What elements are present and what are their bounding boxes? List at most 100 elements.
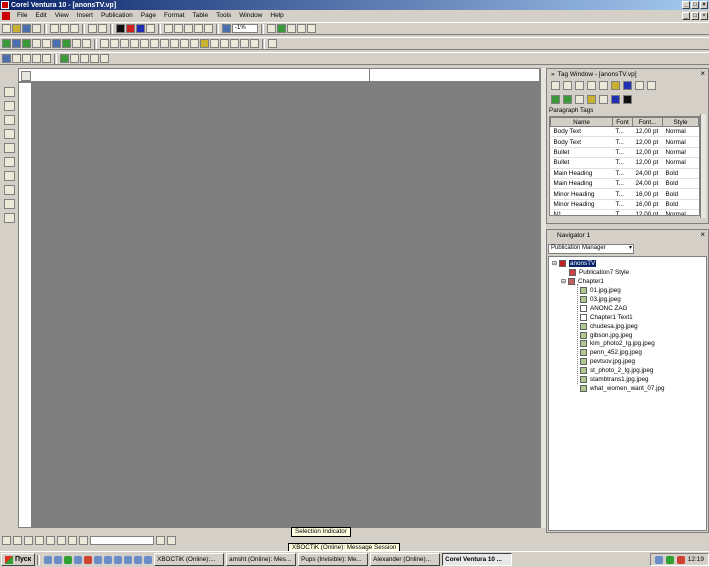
menu-insert[interactable]: Insert <box>73 12 97 19</box>
zoom-tool-icon[interactable] <box>3 185 15 195</box>
status-icon-3[interactable] <box>24 535 33 545</box>
column-name[interactable]: Name <box>550 117 613 127</box>
rectangle-tool-icon[interactable] <box>3 129 15 139</box>
quicklaunch-ie-icon[interactable] <box>44 555 53 564</box>
menu-window[interactable]: Window <box>235 12 266 19</box>
edit-tag-icon[interactable] <box>563 81 572 90</box>
style-icon[interactable] <box>60 54 69 63</box>
outline-tool-icon[interactable] <box>3 199 15 209</box>
order-icon[interactable] <box>170 39 179 48</box>
tree-chapter[interactable]: ⊟ Chapter1 <box>561 277 604 286</box>
table-tags-icon[interactable] <box>587 95 596 104</box>
paste-tag-icon[interactable] <box>635 81 644 90</box>
quicklaunch-app5-icon[interactable] <box>114 555 123 564</box>
quicklaunch-app4-icon[interactable] <box>104 555 113 564</box>
quicklaunch-app2-icon[interactable] <box>84 555 93 564</box>
style-sheet-icon[interactable] <box>611 95 620 104</box>
help-icon[interactable] <box>307 24 316 33</box>
tag-list-scrollbar[interactable] <box>700 114 706 218</box>
character-tags-icon[interactable] <box>563 95 572 104</box>
fill-tool-icon[interactable] <box>3 213 15 223</box>
minimize-button[interactable]: _ <box>682 1 690 9</box>
group-icon[interactable] <box>72 39 81 48</box>
checklist-icon[interactable] <box>100 54 109 63</box>
menu-page[interactable]: Page <box>137 12 160 19</box>
tag-row[interactable]: Body Text T... 12,00 pt Normal <box>550 126 699 138</box>
tree-item[interactable]: what_women_want_07.jpg <box>580 384 665 393</box>
quicklaunch-desktop-icon[interactable] <box>54 555 63 564</box>
open-icon[interactable] <box>12 24 21 33</box>
doc-minimize-button[interactable]: _ <box>682 12 690 20</box>
menu-help[interactable]: Help <box>266 12 287 19</box>
tray-network-icon[interactable] <box>654 555 663 564</box>
horizontal-ruler[interactable] <box>18 68 540 82</box>
collapse-icon[interactable]: ⊟ <box>552 260 557 267</box>
baseline-icon[interactable] <box>42 54 51 63</box>
snap-icon[interactable] <box>250 39 259 48</box>
tree-item[interactable]: ANONC ZAG <box>580 304 627 313</box>
page-next-icon[interactable] <box>167 535 176 545</box>
color-red-icon[interactable] <box>126 24 135 33</box>
options-icon[interactable] <box>287 24 296 33</box>
menu-edit[interactable]: Edit <box>31 12 50 19</box>
tree-item[interactable]: kim_photo2_lg.jpg.jpeg <box>580 339 655 348</box>
start-button[interactable]: Пуск <box>1 553 36 566</box>
tag-settings-icon[interactable] <box>647 81 656 90</box>
lock-icon[interactable] <box>180 39 189 48</box>
align-bottom-icon[interactable] <box>150 39 159 48</box>
copy-tag-icon[interactable] <box>575 81 584 90</box>
status-icon-6[interactable] <box>57 535 66 545</box>
page-left-icon[interactable] <box>2 54 11 63</box>
ungroup-icon[interactable] <box>82 39 91 48</box>
tree-item[interactable]: chudesa.jpg.jpeg <box>580 322 638 331</box>
align-middle-icon[interactable] <box>140 39 149 48</box>
cut-tag-icon[interactable] <box>623 81 632 90</box>
find-icon[interactable] <box>184 24 193 33</box>
properties-icon[interactable] <box>268 39 277 48</box>
status-icon-5[interactable] <box>46 535 55 545</box>
globe-icon[interactable] <box>277 24 286 33</box>
guides-icon[interactable] <box>32 54 41 63</box>
export-icon[interactable] <box>174 24 183 33</box>
paste-icon[interactable] <box>70 24 79 33</box>
redo-icon[interactable] <box>98 24 107 33</box>
rename-tag-icon[interactable] <box>587 81 596 90</box>
hide-icon[interactable] <box>190 39 199 48</box>
new-tag-icon[interactable] <box>551 81 560 90</box>
close-icon[interactable]: × <box>700 230 705 240</box>
tree-root[interactable]: ⊟ anonsTV <box>552 259 597 268</box>
page-icon[interactable] <box>22 39 31 48</box>
quicklaunch-app6-icon[interactable] <box>124 555 133 564</box>
zoom-icon[interactable] <box>222 24 231 33</box>
layout-icon[interactable] <box>12 39 21 48</box>
column-style[interactable]: Style <box>662 117 699 127</box>
color-black-icon[interactable] <box>116 24 125 33</box>
pen-tool-icon[interactable] <box>3 157 15 167</box>
document-canvas[interactable] <box>32 82 540 528</box>
document-icon[interactable] <box>2 11 10 20</box>
anchor-icon[interactable] <box>62 39 71 48</box>
grid-icon[interactable] <box>240 39 249 48</box>
task-button-3[interactable]: Pups (Invisible): Me... <box>298 553 369 566</box>
color-blue-icon[interactable] <box>136 24 145 33</box>
tree-item[interactable]: stambtrans1.jpg.jpeg <box>580 375 648 384</box>
ellipse-tool-icon[interactable] <box>3 143 15 153</box>
print-icon[interactable] <box>32 24 41 33</box>
paragraph-tags-icon[interactable] <box>551 95 560 104</box>
copy-frame-icon[interactable] <box>90 54 99 63</box>
menu-table[interactable]: Table <box>189 12 213 19</box>
lock-tag-icon[interactable] <box>623 95 632 104</box>
columns-icon[interactable] <box>42 39 51 48</box>
quicklaunch-app1-icon[interactable] <box>74 555 83 564</box>
box-icon[interactable] <box>80 54 89 63</box>
tools-icon[interactable] <box>297 24 306 33</box>
menu-publication[interactable]: Publication <box>97 12 137 19</box>
save-icon[interactable] <box>22 24 31 33</box>
task-button-5[interactable]: Corel Ventura 10 ... <box>442 553 513 566</box>
frame-tags-icon[interactable] <box>575 95 584 104</box>
distribute-icon[interactable] <box>160 39 169 48</box>
frame-tool-icon[interactable] <box>3 101 15 111</box>
text-tool-icon[interactable] <box>3 171 15 181</box>
tag-row[interactable]: Bullet T... 12,00 pt Normal <box>550 157 699 169</box>
close-button[interactable]: × <box>700 1 708 9</box>
